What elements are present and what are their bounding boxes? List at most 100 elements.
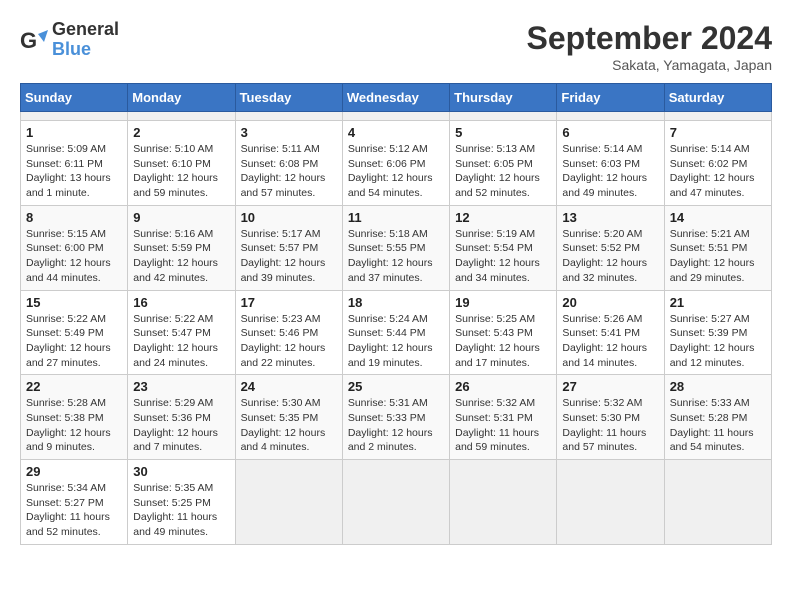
- day-cell-29: 29 Sunrise: 5:34 AM Sunset: 5:27 PM Dayl…: [21, 460, 128, 545]
- day-number: 24: [241, 379, 337, 394]
- day-info: Sunrise: 5:26 AM Sunset: 5:41 PM Dayligh…: [562, 312, 658, 371]
- calendar-row: 1 Sunrise: 5:09 AM Sunset: 6:11 PM Dayli…: [21, 121, 772, 206]
- day-info: Sunrise: 5:13 AM Sunset: 6:05 PM Dayligh…: [455, 142, 551, 201]
- empty-cell: [21, 112, 128, 121]
- day-cell-24: 24 Sunrise: 5:30 AM Sunset: 5:35 PM Dayl…: [235, 375, 342, 460]
- empty-cell: [664, 112, 771, 121]
- day-info: Sunrise: 5:11 AM Sunset: 6:08 PM Dayligh…: [241, 142, 337, 201]
- header-sunday: Sunday: [21, 84, 128, 112]
- day-info: Sunrise: 5:35 AM Sunset: 5:25 PM Dayligh…: [133, 481, 229, 540]
- day-number: 26: [455, 379, 551, 394]
- logo: G General Blue: [20, 20, 119, 60]
- day-number: 30: [133, 464, 229, 479]
- day-number: 1: [26, 125, 122, 140]
- day-info: Sunrise: 5:22 AM Sunset: 5:47 PM Dayligh…: [133, 312, 229, 371]
- day-number: 20: [562, 295, 658, 310]
- day-number: 3: [241, 125, 337, 140]
- day-cell-12: 12 Sunrise: 5:19 AM Sunset: 5:54 PM Dayl…: [450, 205, 557, 290]
- calendar-row: 8 Sunrise: 5:15 AM Sunset: 6:00 PM Dayli…: [21, 205, 772, 290]
- empty-cell: [557, 460, 664, 545]
- calendar-row: [21, 112, 772, 121]
- day-info: Sunrise: 5:27 AM Sunset: 5:39 PM Dayligh…: [670, 312, 766, 371]
- day-info: Sunrise: 5:23 AM Sunset: 5:46 PM Dayligh…: [241, 312, 337, 371]
- day-number: 18: [348, 295, 444, 310]
- empty-cell: [450, 460, 557, 545]
- day-cell-3: 3 Sunrise: 5:11 AM Sunset: 6:08 PM Dayli…: [235, 121, 342, 206]
- day-cell-21: 21 Sunrise: 5:27 AM Sunset: 5:39 PM Dayl…: [664, 290, 771, 375]
- day-info: Sunrise: 5:24 AM Sunset: 5:44 PM Dayligh…: [348, 312, 444, 371]
- day-info: Sunrise: 5:32 AM Sunset: 5:30 PM Dayligh…: [562, 396, 658, 455]
- day-number: 16: [133, 295, 229, 310]
- day-cell-26: 26 Sunrise: 5:32 AM Sunset: 5:31 PM Dayl…: [450, 375, 557, 460]
- logo-line1: General: [52, 20, 119, 40]
- day-number: 28: [670, 379, 766, 394]
- day-number: 14: [670, 210, 766, 225]
- day-info: Sunrise: 5:17 AM Sunset: 5:57 PM Dayligh…: [241, 227, 337, 286]
- header-saturday: Saturday: [664, 84, 771, 112]
- day-number: 10: [241, 210, 337, 225]
- day-number: 4: [348, 125, 444, 140]
- month-title: September 2024: [527, 20, 772, 57]
- day-info: Sunrise: 5:30 AM Sunset: 5:35 PM Dayligh…: [241, 396, 337, 455]
- day-cell-2: 2 Sunrise: 5:10 AM Sunset: 6:10 PM Dayli…: [128, 121, 235, 206]
- day-info: Sunrise: 5:15 AM Sunset: 6:00 PM Dayligh…: [26, 227, 122, 286]
- day-cell-1: 1 Sunrise: 5:09 AM Sunset: 6:11 PM Dayli…: [21, 121, 128, 206]
- page-header: G General Blue September 2024 Sakata, Ya…: [20, 20, 772, 73]
- day-cell-19: 19 Sunrise: 5:25 AM Sunset: 5:43 PM Dayl…: [450, 290, 557, 375]
- day-info: Sunrise: 5:33 AM Sunset: 5:28 PM Dayligh…: [670, 396, 766, 455]
- day-info: Sunrise: 5:29 AM Sunset: 5:36 PM Dayligh…: [133, 396, 229, 455]
- header-thursday: Thursday: [450, 84, 557, 112]
- day-number: 5: [455, 125, 551, 140]
- day-info: Sunrise: 5:14 AM Sunset: 6:02 PM Dayligh…: [670, 142, 766, 201]
- day-cell-9: 9 Sunrise: 5:16 AM Sunset: 5:59 PM Dayli…: [128, 205, 235, 290]
- day-cell-5: 5 Sunrise: 5:13 AM Sunset: 6:05 PM Dayli…: [450, 121, 557, 206]
- day-info: Sunrise: 5:14 AM Sunset: 6:03 PM Dayligh…: [562, 142, 658, 201]
- day-cell-28: 28 Sunrise: 5:33 AM Sunset: 5:28 PM Dayl…: [664, 375, 771, 460]
- day-number: 15: [26, 295, 122, 310]
- day-info: Sunrise: 5:34 AM Sunset: 5:27 PM Dayligh…: [26, 481, 122, 540]
- empty-cell: [450, 112, 557, 121]
- day-info: Sunrise: 5:22 AM Sunset: 5:49 PM Dayligh…: [26, 312, 122, 371]
- day-cell-13: 13 Sunrise: 5:20 AM Sunset: 5:52 PM Dayl…: [557, 205, 664, 290]
- calendar-header-row: Sunday Monday Tuesday Wednesday Thursday…: [21, 84, 772, 112]
- day-cell-18: 18 Sunrise: 5:24 AM Sunset: 5:44 PM Dayl…: [342, 290, 449, 375]
- day-cell-30: 30 Sunrise: 5:35 AM Sunset: 5:25 PM Dayl…: [128, 460, 235, 545]
- day-cell-8: 8 Sunrise: 5:15 AM Sunset: 6:00 PM Dayli…: [21, 205, 128, 290]
- empty-cell: [235, 112, 342, 121]
- day-cell-15: 15 Sunrise: 5:22 AM Sunset: 5:49 PM Dayl…: [21, 290, 128, 375]
- day-number: 23: [133, 379, 229, 394]
- day-number: 17: [241, 295, 337, 310]
- empty-cell: [342, 460, 449, 545]
- day-number: 12: [455, 210, 551, 225]
- day-number: 13: [562, 210, 658, 225]
- day-cell-23: 23 Sunrise: 5:29 AM Sunset: 5:36 PM Dayl…: [128, 375, 235, 460]
- header-tuesday: Tuesday: [235, 84, 342, 112]
- day-info: Sunrise: 5:28 AM Sunset: 5:38 PM Dayligh…: [26, 396, 122, 455]
- day-number: 9: [133, 210, 229, 225]
- day-number: 27: [562, 379, 658, 394]
- day-info: Sunrise: 5:32 AM Sunset: 5:31 PM Dayligh…: [455, 396, 551, 455]
- empty-cell: [557, 112, 664, 121]
- empty-cell: [235, 460, 342, 545]
- day-cell-14: 14 Sunrise: 5:21 AM Sunset: 5:51 PM Dayl…: [664, 205, 771, 290]
- day-cell-22: 22 Sunrise: 5:28 AM Sunset: 5:38 PM Dayl…: [21, 375, 128, 460]
- calendar-table: Sunday Monday Tuesday Wednesday Thursday…: [20, 83, 772, 545]
- day-info: Sunrise: 5:31 AM Sunset: 5:33 PM Dayligh…: [348, 396, 444, 455]
- day-cell-25: 25 Sunrise: 5:31 AM Sunset: 5:33 PM Dayl…: [342, 375, 449, 460]
- day-number: 19: [455, 295, 551, 310]
- title-block: September 2024 Sakata, Yamagata, Japan: [527, 20, 772, 73]
- day-info: Sunrise: 5:20 AM Sunset: 5:52 PM Dayligh…: [562, 227, 658, 286]
- day-cell-6: 6 Sunrise: 5:14 AM Sunset: 6:03 PM Dayli…: [557, 121, 664, 206]
- day-cell-4: 4 Sunrise: 5:12 AM Sunset: 6:06 PM Dayli…: [342, 121, 449, 206]
- day-info: Sunrise: 5:21 AM Sunset: 5:51 PM Dayligh…: [670, 227, 766, 286]
- day-cell-16: 16 Sunrise: 5:22 AM Sunset: 5:47 PM Dayl…: [128, 290, 235, 375]
- day-number: 11: [348, 210, 444, 225]
- day-number: 22: [26, 379, 122, 394]
- logo-icon: G: [20, 26, 48, 54]
- empty-cell: [128, 112, 235, 121]
- day-info: Sunrise: 5:19 AM Sunset: 5:54 PM Dayligh…: [455, 227, 551, 286]
- day-info: Sunrise: 5:10 AM Sunset: 6:10 PM Dayligh…: [133, 142, 229, 201]
- day-number: 2: [133, 125, 229, 140]
- day-number: 25: [348, 379, 444, 394]
- day-cell-7: 7 Sunrise: 5:14 AM Sunset: 6:02 PM Dayli…: [664, 121, 771, 206]
